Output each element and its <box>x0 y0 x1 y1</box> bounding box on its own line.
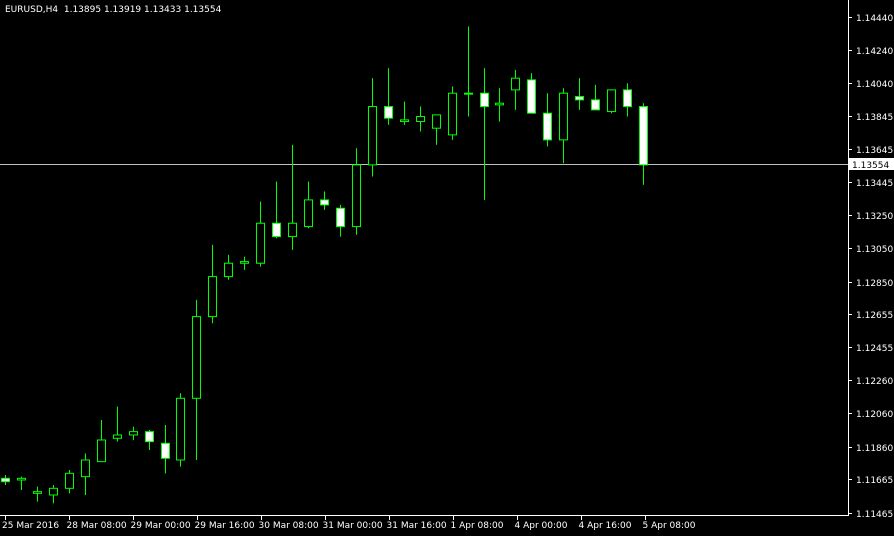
candle-body-bear <box>272 222 281 238</box>
chart-background <box>0 0 894 536</box>
price-tick-label: 1.12850 <box>856 279 893 289</box>
price-tick-label: 1.12260 <box>856 377 893 387</box>
price-tick-label: 1.13050 <box>856 245 893 255</box>
candle-body-bull <box>400 119 409 123</box>
ohlc-values: 1.13895 1.13919 1.13433 1.13554 <box>63 5 222 15</box>
candle-body-bull <box>208 276 217 318</box>
price-tick-label: 1.12060 <box>856 410 893 420</box>
candle-body-bull <box>464 92 473 95</box>
price-tick-label: 1.13645 <box>856 146 893 156</box>
candle-body-bull <box>81 459 90 478</box>
candle-body-bull <box>224 262 233 278</box>
price-tick-label: 1.12655 <box>856 311 893 321</box>
candle-body-bull <box>97 439 106 463</box>
time-tick-label: 28 Mar 08:00 <box>67 521 127 531</box>
candle-body-bull <box>352 164 361 228</box>
price-tick-label: 1.13445 <box>856 179 893 189</box>
time-tick-label: 30 Mar 08:00 <box>259 521 319 531</box>
price-tick-label: 1.14440 <box>856 14 893 24</box>
candle-body-bear <box>543 112 552 141</box>
candle-body-bear <box>591 99 600 111</box>
candle-body-bear <box>1 477 10 483</box>
candle <box>448 86 457 140</box>
candlestick-chart[interactable]: 1.14440 1.14240 1.14040 1.13845 1.13645 1.134… <box>0 0 894 536</box>
candle-body-bull <box>129 431 138 436</box>
price-tick-label: 1.12455 <box>856 344 893 354</box>
candle-body-bear <box>480 92 489 108</box>
price-tick-label: 1.11860 <box>856 444 893 454</box>
candle-body-bull <box>192 316 201 399</box>
candle-body-bull <box>33 491 42 494</box>
time-tick-label: 29 Mar 16:00 <box>195 521 255 531</box>
candle-body-bear <box>623 89 632 108</box>
time-tick-label: 4 Apr 16:00 <box>579 521 632 531</box>
candle-body-bull <box>288 222 297 238</box>
price-tick-label: 1.11465 <box>856 510 893 520</box>
candle-body-bull <box>17 477 26 481</box>
candle-body-bull <box>65 472 74 489</box>
time-tick-label: 31 Mar 00:00 <box>323 521 383 531</box>
candle-body-bear <box>575 96 584 101</box>
candle <box>607 89 616 114</box>
current-price-tag: 1.13554 <box>849 158 894 171</box>
candle-body-bear <box>336 207 345 228</box>
candle-body-bull <box>113 434 122 439</box>
candle-body-bull <box>495 102 504 106</box>
price-tick-label: 1.14240 <box>856 47 893 57</box>
candle-body-bull <box>176 397 185 461</box>
candle-body-bull <box>416 116 425 123</box>
candle-body-bull <box>607 89 616 113</box>
price-tick-label: 1.13845 <box>856 113 893 123</box>
candle-body-bull <box>559 92 568 141</box>
time-tick-label: 25 Mar 2016 <box>2 521 59 531</box>
candle-body-bull <box>240 261 249 264</box>
candle-body-bull <box>448 92 457 136</box>
time-tick-label: 31 Mar 16:00 <box>387 521 447 531</box>
candle-body-bear <box>639 106 648 166</box>
candle-body-bear <box>527 79 536 114</box>
candle-body-bear <box>161 442 170 459</box>
price-tick-label: 1.14040 <box>856 80 893 90</box>
candle-body-bull <box>432 114 441 129</box>
time-tick-label: 4 Apr 00:00 <box>515 521 568 531</box>
candle-body-bull <box>304 199 313 228</box>
candle-body-bull <box>256 222 265 264</box>
chart-info: EURUSD,H4 1.13895 1.13919 1.13433 1.1355… <box>5 5 221 16</box>
candle <box>176 393 185 467</box>
time-tick-label: 5 Apr 08:00 <box>643 521 696 531</box>
candle-body-bear <box>145 431 154 443</box>
current-price-label: 1.13554 <box>852 161 889 171</box>
candle-body-bull <box>368 106 377 166</box>
candle-body-bull <box>49 487 58 496</box>
candle-body-bear <box>384 106 393 119</box>
price-tick-label: 1.11665 <box>856 476 893 486</box>
time-tick-label: 1 Apr 08:00 <box>451 521 504 531</box>
time-tick-label: 29 Mar 00:00 <box>131 521 191 531</box>
symbol-label: EURUSD,H4 <box>5 5 59 15</box>
candle-body-bear <box>320 199 329 206</box>
price-tick-label: 1.13250 <box>856 212 893 222</box>
candle-body-bull <box>511 77 520 91</box>
